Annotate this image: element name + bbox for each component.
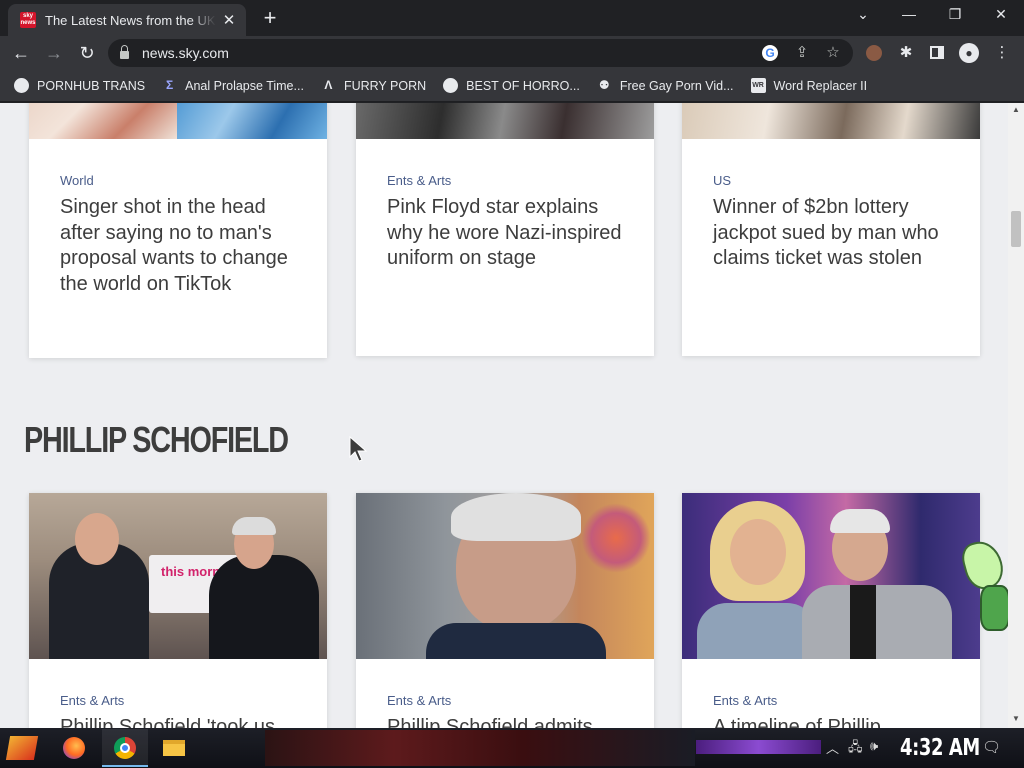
bookmark-label: Anal Prolapse Time... xyxy=(185,78,304,93)
tab-strip: sky news The Latest News from the UK and… xyxy=(0,0,1024,36)
file-explorer-icon[interactable] xyxy=(160,734,188,762)
article-category[interactable]: Ents & Arts xyxy=(387,693,451,708)
article-image[interactable] xyxy=(356,493,654,659)
scroll-up-arrow-icon[interactable]: ▲ xyxy=(1008,105,1024,114)
globe-icon xyxy=(14,78,29,93)
news-card[interactable]: Ents & Arts Pink Floyd star explains why… xyxy=(356,103,654,356)
scroll-down-arrow-icon[interactable]: ▼ xyxy=(1008,714,1024,723)
url-text[interactable]: news.sky.com xyxy=(142,45,229,61)
windows-taskbar: ︿ 🖧 🕪 4:32 AM 🗨 xyxy=(0,728,1024,768)
profile-avatar-icon[interactable]: ● xyxy=(958,42,980,64)
extension-icon: WR xyxy=(750,78,766,93)
restore-button[interactable]: ❐ xyxy=(940,6,970,23)
article-headline[interactable]: Phillip Schofield admits xyxy=(387,715,632,728)
desktop-mascot-sprite xyxy=(958,536,1010,633)
news-card[interactable]: Ents & Arts Phillip Schofield admits xyxy=(356,493,654,728)
page-scrollbar[interactable]: ▲ ▼ xyxy=(1008,103,1024,728)
bookmark-label: BEST OF HORRO... xyxy=(466,78,580,93)
bookmark-item[interactable]: Λ FURRY PORN xyxy=(321,78,426,93)
reload-button[interactable]: ↻ xyxy=(75,41,99,65)
lock-icon[interactable] xyxy=(120,45,129,59)
article-category[interactable]: Ents & Arts xyxy=(713,693,777,708)
site-icon: ⚉ xyxy=(598,78,610,92)
news-card[interactable]: this morning Ents & Arts Phillip Schofie… xyxy=(29,493,327,728)
bookmark-star-icon[interactable]: ☆ xyxy=(822,42,844,64)
bookmark-item[interactable]: ⚉ Free Gay Porn Vid... xyxy=(597,78,734,93)
lambda-icon: Λ xyxy=(324,78,333,92)
bookmark-label: Free Gay Porn Vid... xyxy=(619,78,734,93)
browser-toolbar: ← → ↻ news.sky.com G ⇪ ☆ ✱ ● ⋮ xyxy=(0,36,1024,70)
address-bar[interactable]: news.sky.com G ⇪ ☆ xyxy=(108,39,853,67)
notifications-icon[interactable]: 🗨 xyxy=(982,738,1001,756)
article-image[interactable] xyxy=(682,493,980,659)
taskbar-clock[interactable]: 4:32 AM xyxy=(900,735,980,761)
article-category[interactable]: World xyxy=(60,173,94,188)
article-image[interactable] xyxy=(682,103,980,139)
extensions-puzzle-icon[interactable]: ✱ xyxy=(895,42,917,64)
bookmark-item[interactable]: Σ Anal Prolapse Time... xyxy=(162,78,304,93)
firefox-icon[interactable] xyxy=(60,734,88,762)
close-window-button[interactable]: ✕ xyxy=(986,6,1016,23)
bookmark-item[interactable]: PORNHUB TRANS xyxy=(14,78,145,93)
section-title[interactable]: PHILLIP SCHOFIELD xyxy=(24,419,289,461)
google-lens-icon[interactable]: G xyxy=(759,42,781,64)
chrome-icon[interactable] xyxy=(111,734,139,762)
news-card[interactable]: US Winner of $2bn lottery jackpot sued b… xyxy=(682,103,980,356)
bookmark-label: PORNHUB TRANS xyxy=(37,78,146,93)
bookmark-label: FURRY PORN xyxy=(343,78,427,93)
back-button[interactable]: ← xyxy=(9,41,33,65)
side-panel-icon[interactable] xyxy=(926,42,948,64)
article-headline[interactable]: Pink Floyd star explains why he wore Naz… xyxy=(387,195,632,272)
bookmark-item[interactable]: WR Word Replacer II xyxy=(750,78,868,93)
article-headline[interactable]: Singer shot in the head after saying no … xyxy=(60,195,305,297)
new-tab-button[interactable]: + xyxy=(258,5,282,31)
globe-icon xyxy=(443,78,459,93)
taskbar-preview-strip xyxy=(265,730,695,766)
start-button[interactable] xyxy=(5,734,39,762)
share-icon[interactable]: ⇪ xyxy=(791,42,813,64)
tray-overflow-chevron-icon[interactable]: ︿ xyxy=(826,738,839,757)
article-category[interactable]: Ents & Arts xyxy=(387,173,451,188)
article-headline[interactable]: Phillip Schofield 'took us xyxy=(60,715,305,728)
sky-news-favicon-icon: sky news xyxy=(20,12,36,28)
bookmark-item[interactable]: BEST OF HORRO... xyxy=(443,78,580,93)
article-headline[interactable]: A timeline of Phillip xyxy=(713,715,958,728)
article-category[interactable]: US xyxy=(713,173,731,188)
bookmarks-bar: PORNHUB TRANS Σ Anal Prolapse Time... Λ … xyxy=(0,70,1024,102)
tab-title: The Latest News from the UK and Around t… xyxy=(45,12,216,28)
article-image[interactable] xyxy=(356,103,654,139)
article-image[interactable]: this morning xyxy=(29,493,327,659)
news-card[interactable]: World Singer shot in the head after sayi… xyxy=(29,103,327,358)
page-viewport: World Singer shot in the head after sayi… xyxy=(0,103,1024,728)
volume-icon[interactable]: 🕪 xyxy=(870,738,878,754)
profile-extension-icon[interactable] xyxy=(863,42,885,64)
tab-search-chevron-icon[interactable]: ⌄ xyxy=(848,6,878,23)
menu-kebab-icon[interactable]: ⋮ xyxy=(991,42,1013,64)
taskbar-decoration xyxy=(696,740,821,754)
article-category[interactable]: Ents & Arts xyxy=(60,693,124,708)
scrollbar-thumb[interactable] xyxy=(1011,211,1021,247)
article-headline[interactable]: Winner of $2bn lottery jackpot sued by m… xyxy=(713,195,958,272)
news-card[interactable]: Ents & Arts A timeline of Phillip xyxy=(682,493,980,728)
mouse-cursor-icon xyxy=(349,436,368,462)
bookmark-label: Word Replacer II xyxy=(773,78,868,93)
tab-close-icon[interactable]: ✕ xyxy=(220,11,238,29)
forward-button[interactable]: → xyxy=(42,41,66,65)
network-icon[interactable]: 🖧 xyxy=(848,738,863,760)
tab-sky-news[interactable]: sky news The Latest News from the UK and… xyxy=(8,4,246,36)
minimize-button[interactable]: — xyxy=(894,6,924,22)
bookmark-icon: Σ xyxy=(166,78,174,92)
article-image[interactable] xyxy=(29,103,327,139)
